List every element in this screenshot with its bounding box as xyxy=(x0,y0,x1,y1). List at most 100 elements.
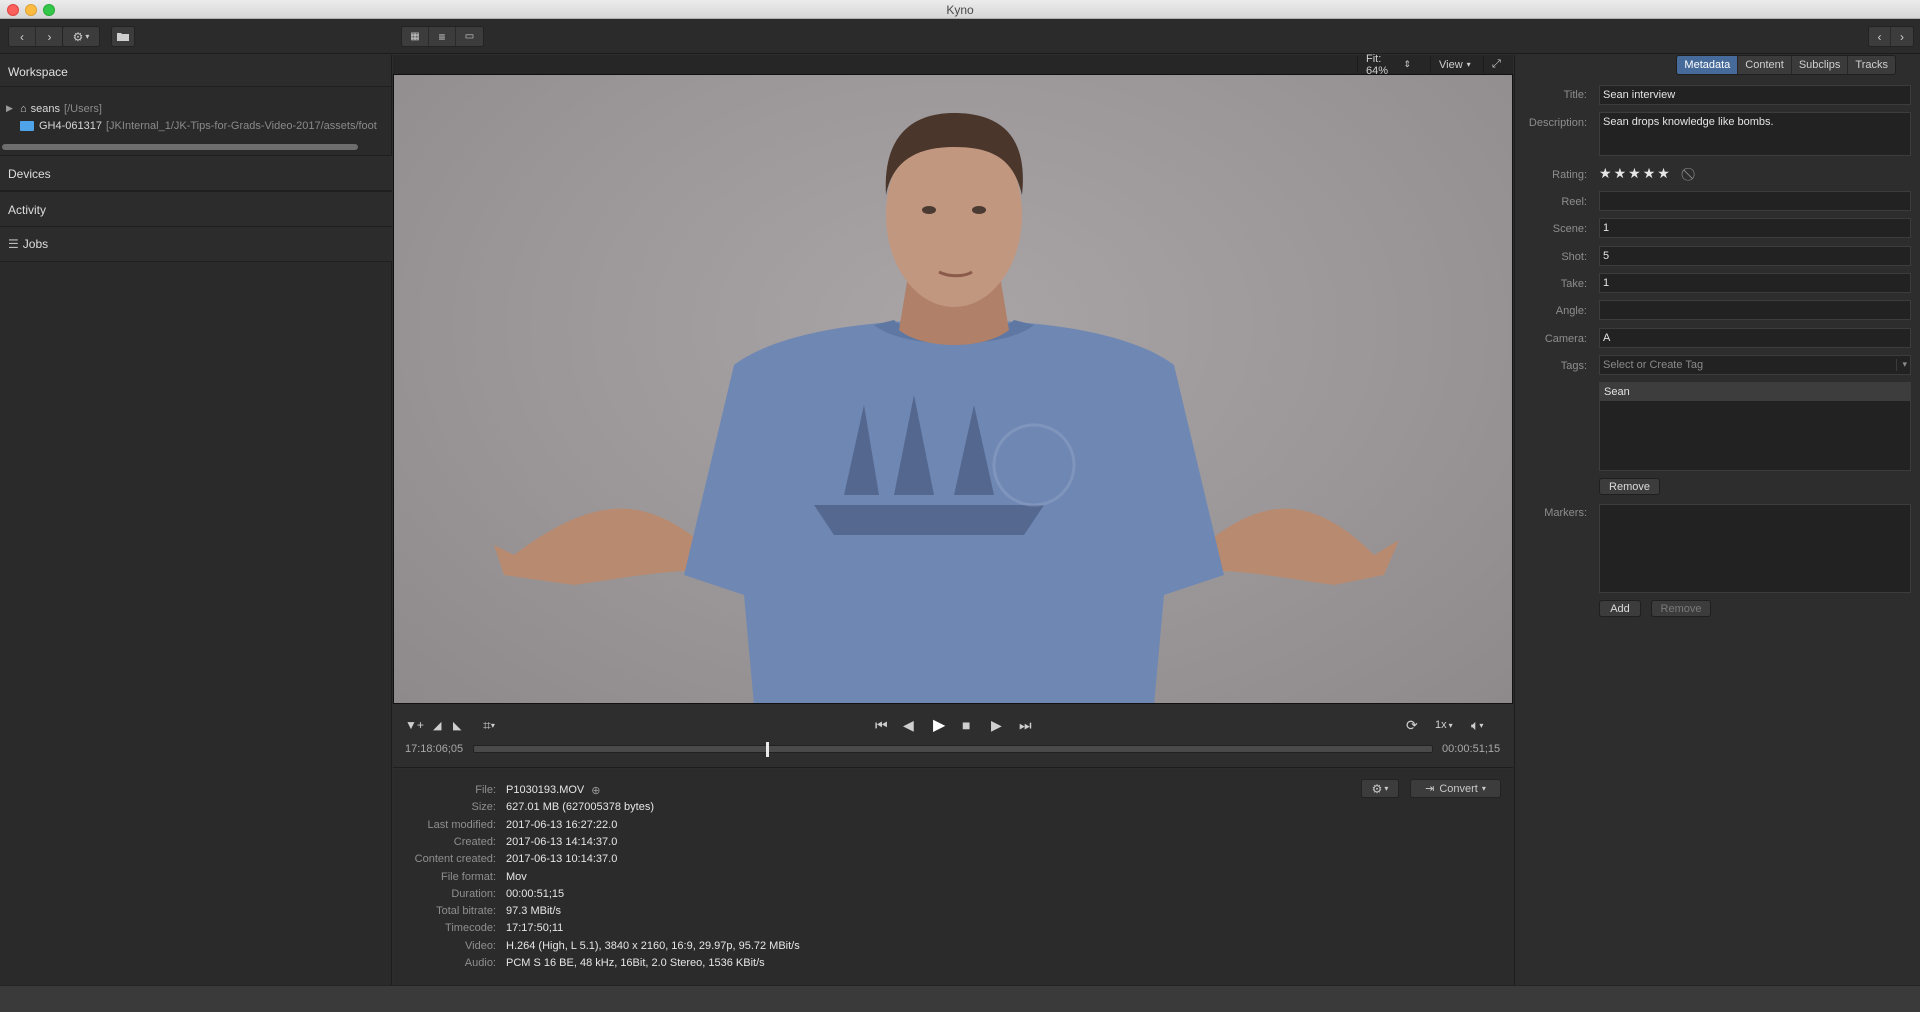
list-view-icon: ≡ xyxy=(429,27,455,46)
go-to-end-button[interactable]: ⏭ xyxy=(1019,716,1032,734)
devices-section[interactable]: Devices xyxy=(0,155,392,191)
list-view-button[interactable]: ≡ xyxy=(429,27,456,46)
play-icon: ▶ xyxy=(933,717,946,734)
info-settings-button[interactable]: ⚙ ▾ xyxy=(1361,779,1399,798)
tab-content[interactable]: Content xyxy=(1738,56,1792,74)
tag-item[interactable]: Sean xyxy=(1600,383,1910,401)
add-marker-list-button[interactable]: Add xyxy=(1599,600,1641,617)
in-point-icon: ◢ xyxy=(433,719,442,732)
set-in-point-button[interactable]: ◢ xyxy=(433,716,441,734)
file-info-label: Last modified: xyxy=(427,818,496,831)
volume-menu-button[interactable]: 🔈︎ ▾ xyxy=(1471,716,1483,734)
take-field[interactable]: 1 xyxy=(1599,273,1911,293)
stop-button[interactable]: ■ xyxy=(962,716,970,734)
file-info-value: 627.01 MB (627005378 bytes) xyxy=(506,801,654,814)
fit-zoom-select[interactable]: Fit: 64% ⇕ xyxy=(1357,53,1419,77)
tags-combobox[interactable]: Select or Create Tag ▾ xyxy=(1599,355,1911,375)
tree-item-seans[interactable]: ▶ ⌂ seans [/Users] xyxy=(6,100,102,117)
gear-icon: ⚙ xyxy=(72,29,84,44)
tags-list[interactable]: Sean xyxy=(1599,382,1911,471)
file-info-label: Duration: xyxy=(451,887,496,900)
home-icon: ⌂ xyxy=(20,102,27,115)
step-back-icon: ◀︎ xyxy=(903,716,914,733)
scene-field[interactable]: 1 xyxy=(1599,218,1911,238)
speed-select[interactable]: 1x ▾ xyxy=(1435,716,1453,734)
rating-star-icon[interactable]: ★ xyxy=(1614,165,1627,182)
tags-label: Tags: xyxy=(1560,360,1587,372)
file-info-label: File: xyxy=(475,784,496,796)
grid-view-button[interactable]: ▦ xyxy=(402,27,429,46)
chevron-down-icon: ▾ xyxy=(1466,60,1471,69)
crop-icon: ⌗ xyxy=(483,716,491,733)
add-marker-button[interactable]: ▼+ xyxy=(405,716,424,734)
speaker-icon: 🔈︎ xyxy=(1471,716,1480,733)
add-folder-button[interactable] xyxy=(111,26,135,47)
video-preview[interactable] xyxy=(393,74,1513,704)
forward-button[interactable]: › xyxy=(36,27,63,46)
chevron-down-icon[interactable]: ▾ xyxy=(1896,359,1907,371)
chevron-down-icon: ▾ xyxy=(85,32,90,41)
go-to-start-button[interactable]: ⏮ xyxy=(875,716,888,734)
markers-list[interactable] xyxy=(1599,504,1911,593)
playhead[interactable] xyxy=(766,742,770,757)
file-info-value: 00:00:51;15 xyxy=(506,887,565,900)
step-back-button[interactable]: ◀︎ xyxy=(903,716,914,734)
loop-button[interactable]: ⟳ xyxy=(1406,716,1418,734)
rating-star-icon[interactable]: ★ xyxy=(1657,165,1670,182)
set-out-point-button[interactable]: ◣ xyxy=(453,716,461,734)
disclosure-triangle-icon[interactable]: ▶ xyxy=(6,103,20,114)
convert-button[interactable]: ⇥ Convert ▾ xyxy=(1410,779,1501,798)
rating-star-icon[interactable]: ★ xyxy=(1628,165,1641,182)
tab-subclips[interactable]: Subclips xyxy=(1791,56,1849,74)
file-info-row: Total bitrate: 97.3 MBit/s xyxy=(393,905,561,922)
play-button[interactable]: ▶ xyxy=(933,716,945,734)
reel-field[interactable] xyxy=(1599,191,1911,211)
shot-field[interactable]: 5 xyxy=(1599,246,1911,266)
reveal-file-icon[interactable]: ⊕ xyxy=(591,784,600,801)
rating-label: Rating: xyxy=(1552,169,1587,181)
remove-tag-button[interactable]: Remove xyxy=(1599,478,1660,495)
file-info-label: Size: xyxy=(471,801,496,814)
description-field[interactable]: Sean drops knowledge like bombs. xyxy=(1599,112,1911,156)
single-view-icon: ▭ xyxy=(456,27,483,46)
rating-stars[interactable]: ★ ★ ★ ★ ★ xyxy=(1599,165,1670,182)
view-menu[interactable]: View ▾ xyxy=(1430,56,1478,73)
step-forward-button[interactable]: ▶︎ xyxy=(991,716,1002,734)
loop-icon: ⟳ xyxy=(1406,716,1418,733)
timeline-scrubber[interactable] xyxy=(473,742,1433,757)
tab-tracks[interactable]: Tracks xyxy=(1848,56,1895,74)
remove-marker-button[interactable]: Remove xyxy=(1651,600,1711,617)
step-forward-icon: ▶︎ xyxy=(991,716,1002,733)
activity-section[interactable]: Activity xyxy=(0,191,392,227)
file-info-value: 2017-06-13 16:27:22.0 xyxy=(506,818,618,831)
chevron-left-icon: ‹ xyxy=(9,27,35,46)
file-info-row: Content created: 2017-06-13 10:14:37.0 xyxy=(393,853,618,870)
horizontal-scrollbar[interactable] xyxy=(2,144,358,150)
single-view-button[interactable]: ▭ xyxy=(456,27,483,46)
panel-nav: ‹ › xyxy=(1868,26,1914,47)
sidebar: Workspace ▶ ⌂ seans [/Users] GH4-061317 … xyxy=(0,55,392,985)
settings-menu-button[interactable]: ⚙ ▾ xyxy=(62,26,100,47)
file-info-label: Created: xyxy=(453,835,496,848)
file-info-row: Timecode: 17:17:50;11 xyxy=(393,922,563,939)
file-info-value: H.264 (High, L 5.1), 3840 x 2160, 16:9, … xyxy=(506,939,800,952)
camera-field[interactable]: A xyxy=(1599,328,1911,348)
panel-next-button[interactable]: › xyxy=(1891,27,1913,46)
crop-menu-button[interactable]: ⌗ ▾ xyxy=(483,716,495,734)
file-info-row: File format: Mov xyxy=(393,871,527,888)
tree-item-gh4[interactable]: GH4-061317 [JKInternal_1/JK-Tips-for-Gra… xyxy=(20,117,392,134)
rating-star-icon[interactable]: ★ xyxy=(1599,165,1612,182)
file-info-row: Size: 627.01 MB (627005378 bytes) xyxy=(393,801,654,818)
title-field[interactable]: Sean interview xyxy=(1599,85,1911,105)
rating-star-icon[interactable]: ★ xyxy=(1643,165,1656,182)
back-button[interactable]: ‹ xyxy=(9,27,36,46)
angle-label: Angle: xyxy=(1555,305,1587,317)
fullscreen-button[interactable]: ⤢ xyxy=(1483,56,1511,73)
angle-field[interactable] xyxy=(1599,300,1911,320)
panel-prev-button[interactable]: ‹ xyxy=(1869,27,1891,46)
jobs-section[interactable]: ☰ Jobs xyxy=(0,226,392,262)
jobs-icon: ☰ xyxy=(8,237,19,251)
tab-metadata[interactable]: Metadata xyxy=(1677,56,1739,74)
file-info-label: Audio: xyxy=(464,957,496,969)
folder-add-icon xyxy=(117,33,129,41)
